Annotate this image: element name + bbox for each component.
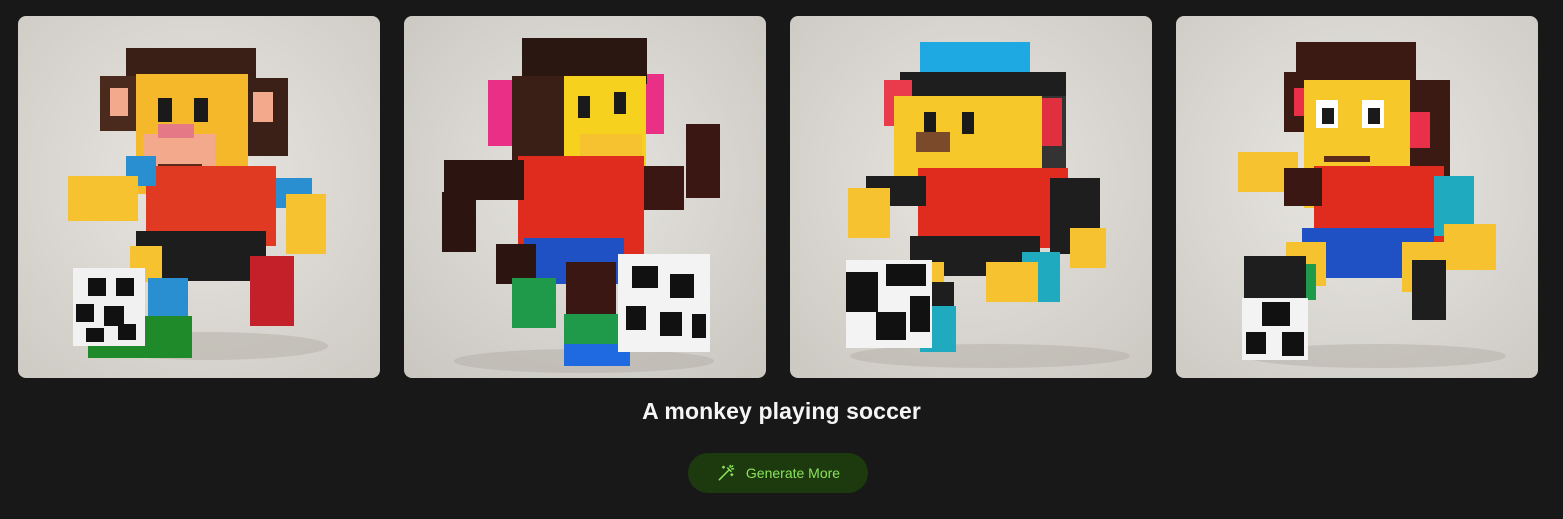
lego-monkey-soccer-image-1 — [18, 16, 380, 378]
generated-image-1[interactable] — [18, 16, 380, 378]
generate-more-button[interactable]: Generate More — [688, 453, 868, 493]
generated-image-3[interactable] — [790, 16, 1152, 378]
generate-more-label: Generate More — [745, 465, 841, 481]
lego-monkey-soccer-image-4 — [1176, 16, 1538, 378]
image-gallery — [18, 16, 1538, 378]
generated-image-4[interactable] — [1176, 16, 1538, 378]
prompt-caption: A monkey playing soccer — [642, 398, 921, 424]
generated-image-2[interactable] — [404, 16, 766, 378]
lego-monkey-soccer-image-3 — [790, 16, 1152, 378]
magic-wand-icon — [718, 464, 735, 481]
lego-monkey-soccer-image-2 — [404, 16, 766, 378]
